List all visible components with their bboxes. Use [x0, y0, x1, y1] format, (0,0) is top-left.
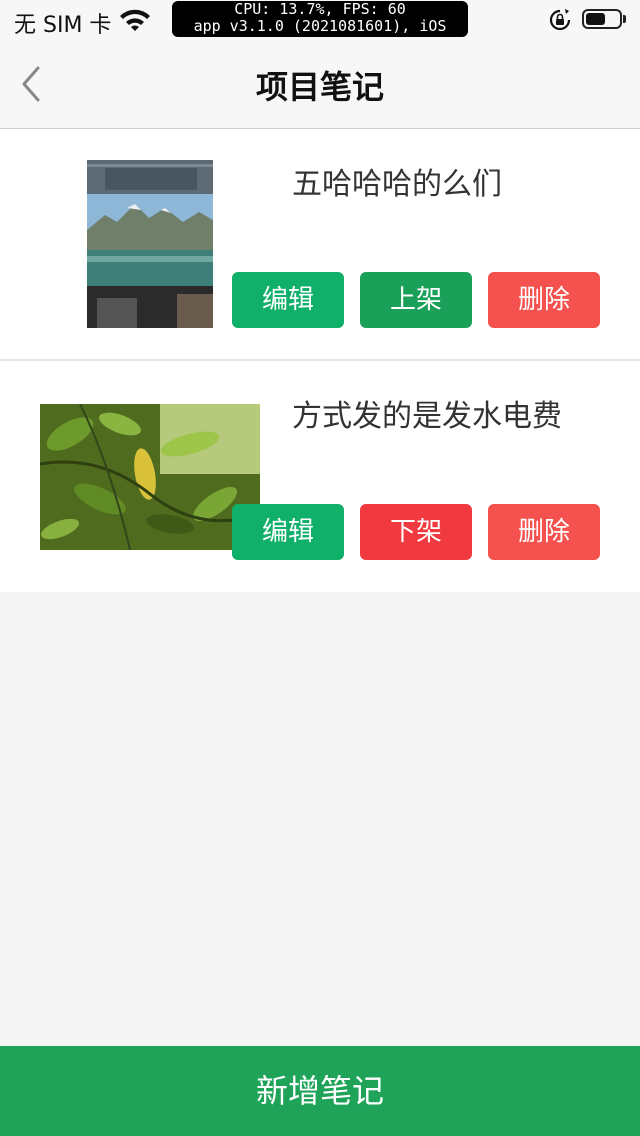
battery-tip — [623, 15, 626, 23]
debug-version: app v3.1.0 (2021081601), iOS v14.2 — [193, 17, 447, 38]
debug-cpu-fps: CPU: 13.7%, FPS: 60 — [234, 1, 406, 18]
nav-bar: 项目笔记 — [0, 40, 640, 129]
page-title: 项目笔记 — [255, 68, 384, 106]
debug-overlay: CPU: 13.7%, FPS: 60 app v3.1.0 (20210816… — [172, 1, 468, 37]
mountain-lake-photo — [87, 160, 213, 328]
note-thumbnail[interactable] — [40, 404, 260, 550]
add-note-button[interactable]: 新增笔记 — [0, 1046, 640, 1136]
note-thumbnail[interactable] — [87, 160, 213, 328]
carrier-label: 无 SIM 卡 — [14, 13, 112, 38]
edit-button[interactable]: 编辑 — [232, 504, 344, 560]
rotation-lock-icon — [549, 9, 571, 31]
note-title: 五哈哈哈的么们 — [292, 167, 502, 202]
wifi-icon — [120, 9, 150, 31]
unpublish-button[interactable]: 下架 — [360, 504, 472, 560]
battery-icon — [582, 9, 622, 29]
note-item[interactable]: 五哈哈哈的么们 编辑 上架 删除 — [0, 129, 640, 359]
green-leaves-photo — [40, 404, 260, 550]
delete-button[interactable]: 删除 — [488, 272, 600, 328]
status-bar: 无 SIM 卡 CPU: 13.7%, FPS: 60 app v3.1.0 (… — [0, 0, 640, 40]
publish-button[interactable]: 上架 — [360, 272, 472, 328]
note-item[interactable]: 方式发的是发水电费 编辑 下架 删除 — [0, 359, 640, 592]
note-title: 方式发的是发水电费 — [292, 399, 562, 434]
notes-list: 五哈哈哈的么们 编辑 上架 删除 方式发的是发水电费 编辑 下架 删除 — [0, 129, 640, 592]
delete-button[interactable]: 删除 — [488, 504, 600, 560]
edit-button[interactable]: 编辑 — [232, 272, 344, 328]
battery-level — [586, 13, 605, 25]
